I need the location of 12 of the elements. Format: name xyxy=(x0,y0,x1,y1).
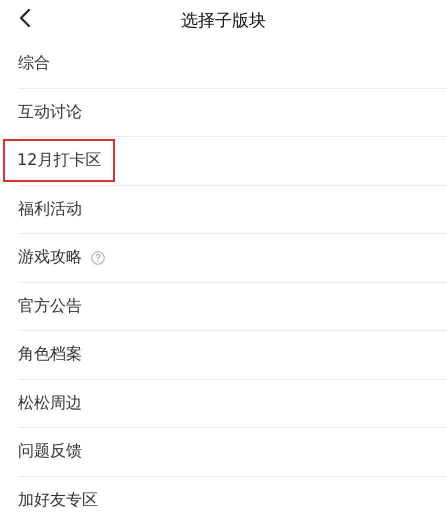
board-item[interactable]: 综合 xyxy=(16,42,52,86)
board-item[interactable]: 加好友专区 xyxy=(16,478,100,519)
board-item[interactable]: 角色档案 xyxy=(16,333,84,376)
back-icon[interactable] xyxy=(19,8,31,28)
board-item[interactable]: 互动讨论 xyxy=(16,90,84,134)
board-item[interactable]: 游戏攻略 xyxy=(16,236,84,280)
board-item[interactable]: 福利活动 xyxy=(16,188,84,231)
board-item[interactable]: 松松周边 xyxy=(16,382,84,425)
board-item[interactable]: 12月打卡区 xyxy=(3,139,116,182)
page-title: 选择子版块 xyxy=(181,10,266,32)
board-item[interactable]: 官方公告 xyxy=(16,284,84,328)
board-item[interactable]: 问题反馈 xyxy=(16,430,84,474)
